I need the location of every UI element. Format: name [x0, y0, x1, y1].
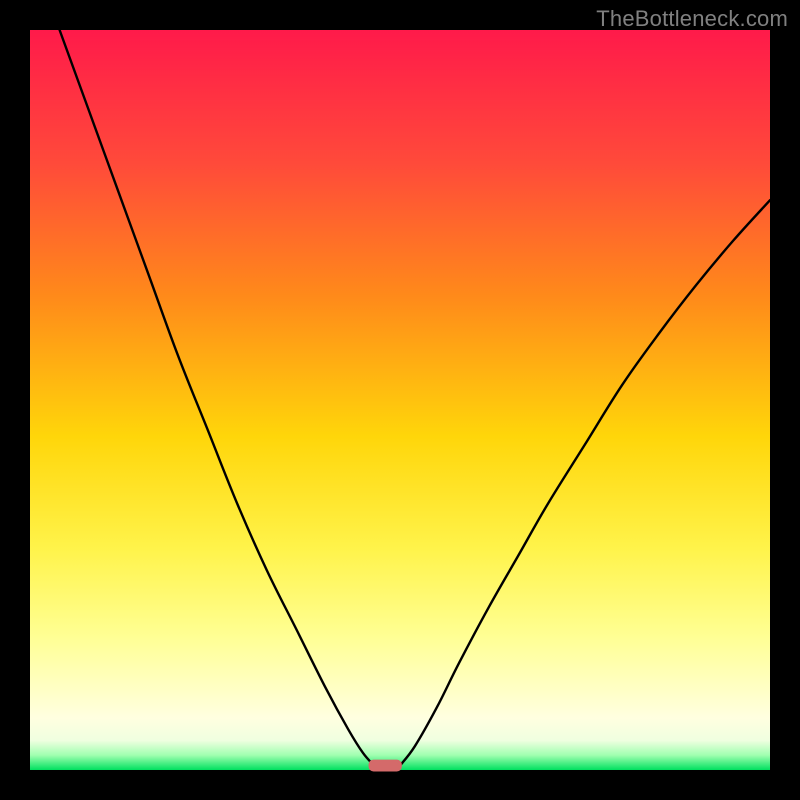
- curve-left-branch: [60, 30, 375, 766]
- plot-area: [30, 30, 770, 770]
- curve-right-branch: [400, 200, 770, 765]
- chart-frame: TheBottleneck.com: [0, 0, 800, 800]
- bottleneck-marker: [369, 760, 402, 772]
- curve-layer: [30, 30, 770, 770]
- watermark-text: TheBottleneck.com: [596, 6, 788, 32]
